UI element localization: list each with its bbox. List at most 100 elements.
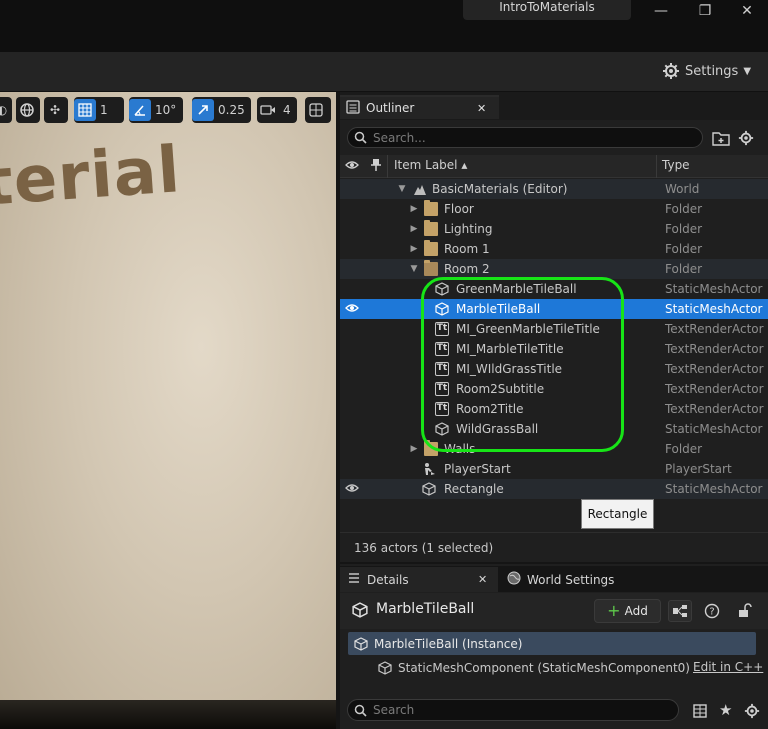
tree-row-type: TextRenderActor [665, 342, 764, 356]
tree-row-actor[interactable]: PlayerStart PlayerStart [340, 459, 768, 479]
add-component-button[interactable]: + Add [594, 599, 661, 623]
snap-surface-icon: ✣ [49, 103, 61, 117]
folder-icon [424, 200, 438, 216]
tree-row-type: TextRenderActor [665, 402, 764, 416]
tree-row-world[interactable]: ▼ BasicMaterials (Editor) World [340, 179, 768, 199]
tree-row-type: Folder [665, 202, 703, 216]
outliner-icon [346, 99, 360, 117]
tab-world-settings[interactable]: World Settings [500, 567, 660, 592]
tree-row-type: StaticMeshActor [665, 282, 763, 296]
restore-button[interactable]: ❐ [695, 2, 715, 20]
edit-in-cpp-link[interactable]: Edit in C++ [693, 660, 763, 674]
property-matrix-button[interactable] [692, 703, 708, 719]
tree-row-type: TextRenderActor [665, 382, 764, 396]
column-divider [387, 155, 388, 178]
viewport-layout-button[interactable] [305, 97, 331, 123]
svg-text:?: ? [709, 607, 714, 618]
eye-icon[interactable] [345, 481, 359, 495]
search-icon [354, 131, 367, 144]
tree-row-type: TextRenderActor [665, 362, 764, 376]
grid-snap-button[interactable]: 1 [74, 97, 124, 123]
camera-speed-icon [257, 99, 279, 121]
tree-row-type: Folder [665, 262, 703, 276]
tree-row-type: StaticMeshActor [665, 482, 763, 496]
expand-arrow-icon[interactable]: ▶ [409, 199, 419, 219]
expand-arrow-icon[interactable]: ▶ [409, 219, 419, 239]
tab-details[interactable]: Details ✕ [340, 567, 498, 592]
minimize-button[interactable]: — [651, 2, 671, 20]
globe-icon [16, 99, 38, 121]
item-label-column-header[interactable]: Item Label ▴ [394, 155, 467, 178]
tree-row-folder-room1[interactable]: ▶ Room 1 Folder [340, 239, 768, 259]
plus-icon: + [607, 601, 621, 620]
unlock-icon [739, 603, 752, 617]
tree-row-type: Folder [665, 222, 703, 236]
tree-row-label: Floor [444, 202, 474, 216]
chevron-down-icon: ▼ [743, 65, 752, 77]
scale-snap-button[interactable]: 0.25 [192, 97, 251, 123]
world-icon [414, 185, 426, 195]
instance-label: MarbleTileBall (Instance) [374, 636, 523, 651]
rotation-snap-icon [129, 99, 151, 121]
outliner-tab-label: Outliner [366, 101, 415, 115]
selected-actor-name[interactable]: MarbleTileBall [376, 601, 474, 617]
details-search-input[interactable]: Search [347, 699, 679, 721]
visibility-column-icon[interactable] [345, 158, 359, 181]
outliner-settings-button[interactable] [738, 130, 754, 146]
tree-row-label: Room 1 [444, 242, 490, 256]
type-column-header[interactable]: Type [662, 155, 690, 178]
globe-icon [507, 571, 521, 588]
settings-button[interactable]: Settings ▼ [662, 60, 751, 82]
camera-speed-value: 4 [283, 103, 291, 117]
add-folder-button[interactable] [712, 130, 730, 146]
world-local-toggle[interactable] [16, 97, 40, 123]
close-tab-icon[interactable]: ✕ [478, 573, 487, 586]
blueprint-button[interactable] [668, 600, 692, 622]
gear-icon [744, 703, 760, 719]
tree-row-type: TextRenderActor [665, 322, 764, 336]
lock-button[interactable] [736, 603, 752, 619]
close-window-button[interactable]: ✕ [737, 2, 757, 20]
eye-icon[interactable] [345, 301, 359, 315]
tab-outliner[interactable]: Outliner ✕ [340, 95, 499, 119]
tree-row-label: Lighting [444, 222, 493, 236]
viewport-transform-button[interactable]: ◐ [0, 97, 12, 123]
grid-snap-value: 1 [100, 103, 108, 117]
pin-column-icon[interactable] [370, 158, 382, 181]
tree-row-folder-floor[interactable]: ▶ Floor Folder [340, 199, 768, 219]
surface-snap-button[interactable]: ✣ [44, 97, 68, 123]
scale-snap-value: 0.25 [218, 103, 245, 117]
tree-row-type: Folder [665, 242, 703, 256]
tree-row-type: Folder [665, 442, 703, 456]
tree-row-type: StaticMeshActor [665, 302, 763, 316]
expand-arrow-icon[interactable]: ▶ [409, 239, 419, 259]
expand-arrow-icon[interactable]: ▼ [397, 179, 407, 199]
expand-arrow-icon[interactable]: ▼ [409, 259, 419, 279]
help-button[interactable]: ? [704, 603, 720, 619]
static-mesh-icon [422, 482, 436, 496]
camera-speed-button[interactable]: 4 [257, 97, 297, 123]
tree-row-folder-lighting[interactable]: ▶ Lighting Folder [340, 219, 768, 239]
project-tab[interactable]: IntroToMaterials [463, 0, 631, 20]
tooltip: Rectangle [581, 499, 654, 529]
viewport-3d-text: terial [0, 133, 183, 221]
tree-row-actor[interactable]: Rectangle StaticMeshActor [340, 479, 768, 499]
layout-grid-icon [305, 99, 327, 121]
outliner-search-placeholder: Search... [373, 130, 426, 145]
close-tab-icon[interactable]: ✕ [477, 102, 486, 115]
player-start-icon [425, 463, 435, 475]
details-settings-button[interactable] [744, 703, 760, 719]
component-instance-row[interactable]: MarbleTileBall (Instance) [348, 632, 756, 655]
star-icon[interactable]: ★ [719, 702, 735, 718]
tree-row-type: World [665, 182, 700, 196]
add-label: Add [624, 604, 648, 618]
tree-row-folder-room2[interactable]: ▼ Room 2 Folder [340, 259, 768, 279]
outliner-search-input[interactable]: Search... [347, 127, 703, 148]
help-icon: ? [704, 603, 720, 619]
column-divider [656, 155, 657, 178]
viewport-floor-edge [0, 700, 336, 729]
rotation-snap-value: 10° [155, 103, 177, 117]
expand-arrow-icon[interactable]: ▶ [409, 439, 419, 459]
rotation-snap-button[interactable]: 10° [129, 97, 183, 123]
folder-open-icon [424, 260, 438, 276]
